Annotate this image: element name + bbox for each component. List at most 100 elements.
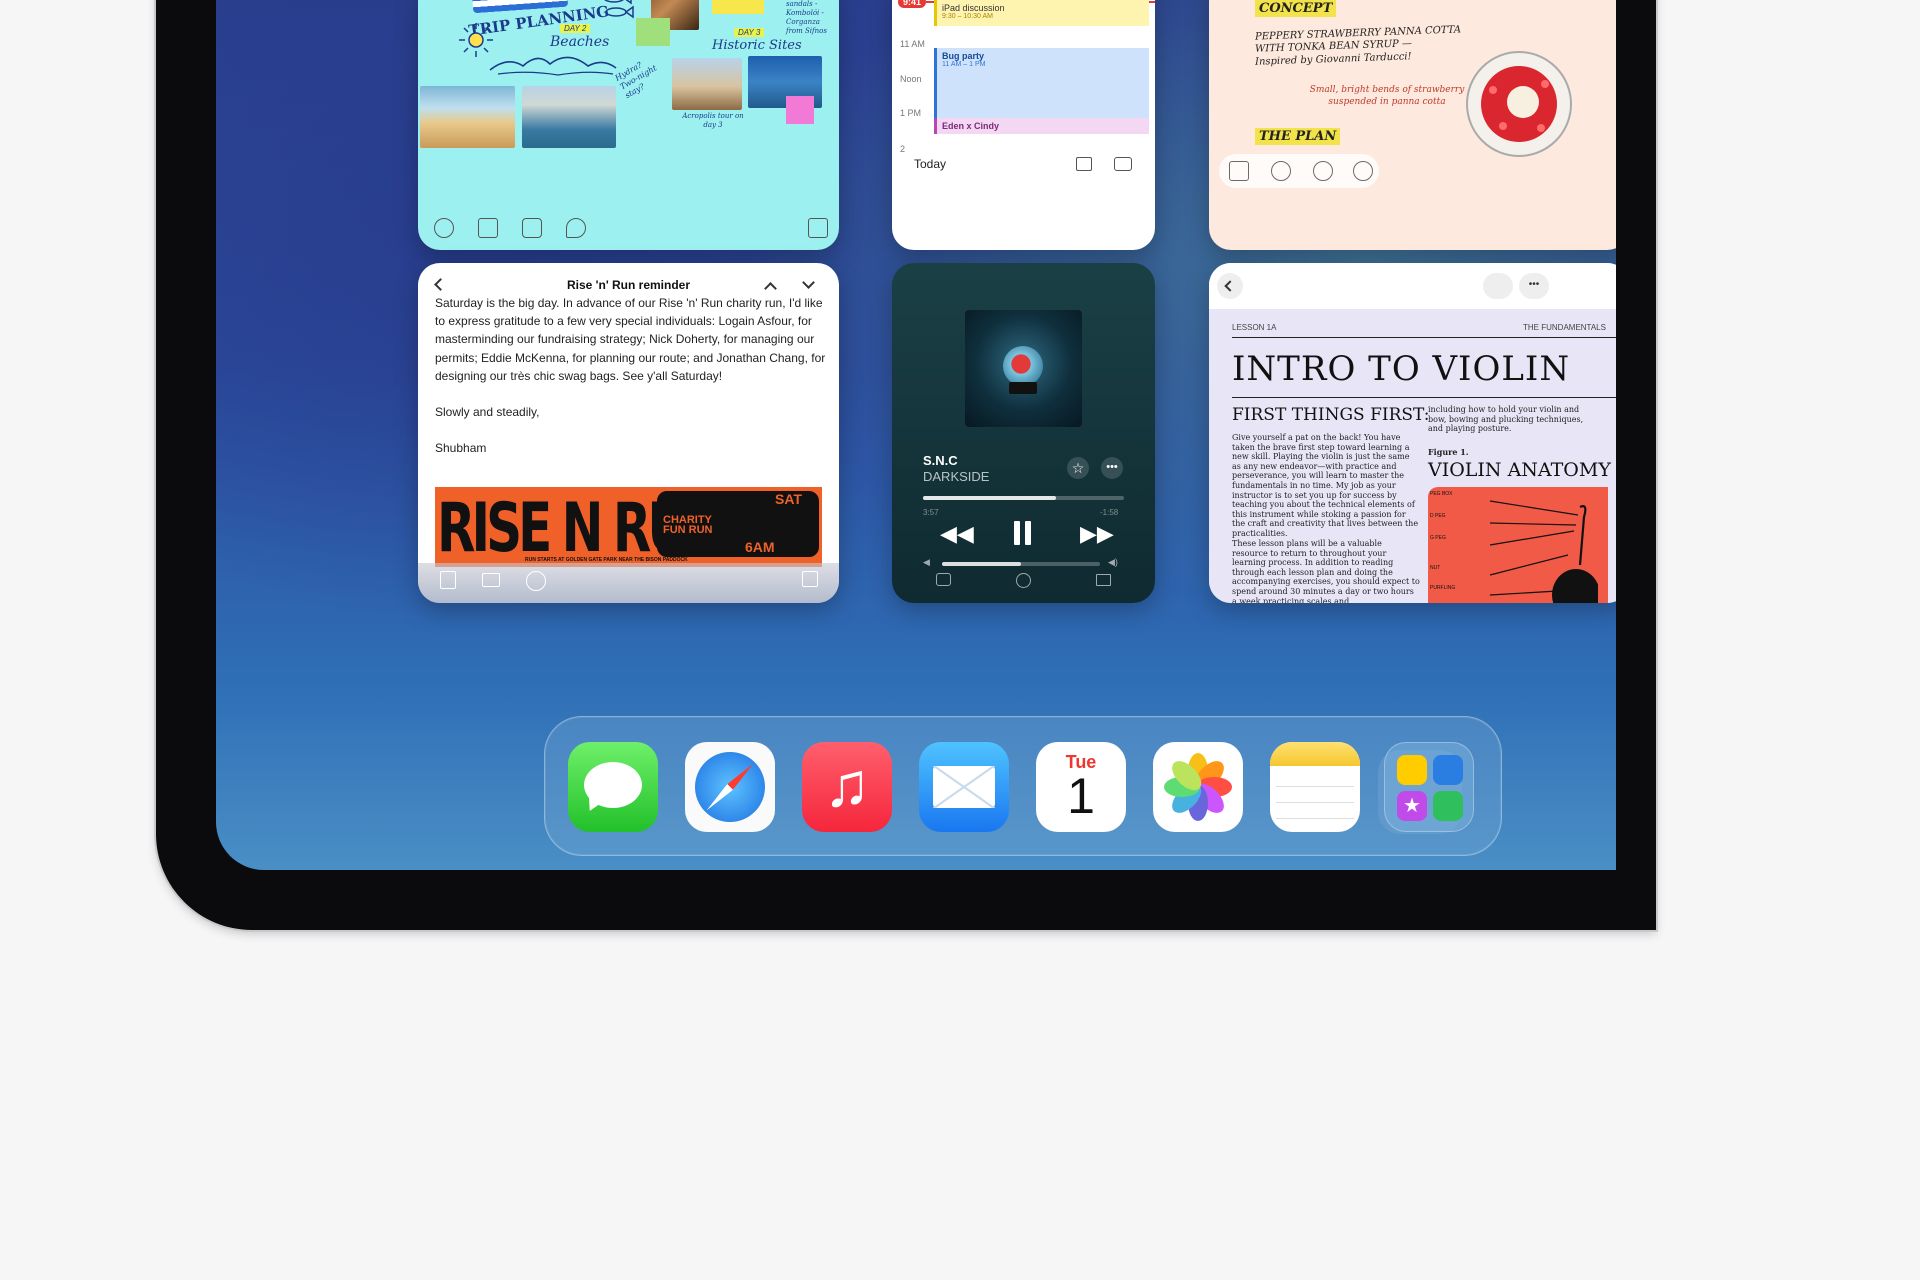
fig-label-d-peg: D PEG <box>1430 513 1446 519</box>
tips-app-mini-icon <box>1397 755 1427 785</box>
hour-11am: 11 AM <box>900 39 925 49</box>
fig-label-peg-box: PEG BOX <box>1430 491 1453 497</box>
more-options-icon[interactable]: ••• <box>1519 273 1549 299</box>
shapes-tool-icon[interactable] <box>522 218 542 238</box>
lesson-document-window[interactable]: ••• LESSON 1A THE FUNDAMENTALS INTRO TO … <box>1209 263 1616 603</box>
queue-list-icon[interactable] <box>1096 574 1111 586</box>
banner-charity: CHARITY FUN RUN <box>663 514 713 536</box>
compose-mail-icon[interactable] <box>802 571 818 587</box>
banner-sat: SAT <box>775 491 802 507</box>
sticky-note-yellow[interactable] <box>712 0 764 14</box>
checklist-icon[interactable] <box>1229 161 1249 181</box>
lyrics-icon[interactable] <box>936 573 951 586</box>
volume-high-icon: ◀) <box>1108 557 1118 567</box>
freeform-window[interactable]: TRIP PLANNING DAY 2 Beaches DAY 3 Histor… <box>418 0 839 250</box>
compose-icon[interactable] <box>808 218 828 238</box>
music-note-icon: ♫ <box>823 751 871 820</box>
hydra-note: Hydra? Two-night stay? <box>613 60 659 101</box>
messages-app-icon[interactable] <box>568 742 658 832</box>
plan-heading: THE PLAN <box>1255 128 1341 145</box>
fish-drawing <box>604 0 634 19</box>
lesson-nav-bar <box>1209 263 1616 309</box>
trash-icon[interactable] <box>440 571 456 589</box>
markup-pen-icon[interactable] <box>1313 161 1333 181</box>
mail-body: Saturday is the big day. In advance of o… <box>435 296 830 475</box>
reply-icon[interactable] <box>526 571 546 591</box>
music-app-icon[interactable]: ♫ <box>802 742 892 832</box>
freeform-toolbar <box>418 208 839 250</box>
notes-toolbar <box>1219 154 1379 188</box>
snow-globe-art <box>1003 346 1043 386</box>
fast-forward-icon[interactable]: ▶▶ <box>1080 521 1114 547</box>
safari-app-icon[interactable] <box>685 742 775 832</box>
lesson-page: LESSON 1A THE FUNDAMENTALS INTRO TO VIOL… <box>1209 309 1616 603</box>
rewind-icon[interactable]: ◀◀ <box>940 521 974 547</box>
track-title: S.N.C <box>923 453 958 468</box>
translate-app-mini-icon <box>1433 755 1463 785</box>
more-options-icon[interactable]: ••• <box>1101 457 1123 479</box>
sticky-note-pink[interactable] <box>786 96 814 124</box>
fig-label-nut: NUT <box>1430 565 1441 571</box>
lesson-body-2: These lesson plans will be a valuable re… <box>1232 539 1420 603</box>
calendar-date-label: 1 <box>1067 768 1095 824</box>
notes-recipe-window[interactable]: CONCEPT PEPPERY STRAWBERRY PANNA COTTA W… <box>1209 0 1616 250</box>
banner-time: 6AM <box>745 539 775 555</box>
event-ipad-discussion[interactable]: iPad discussion 9:30 – 10:30 AM <box>934 0 1149 26</box>
home-screen: TRIP PLANNING DAY 2 Beaches DAY 3 Histor… <box>216 0 1616 870</box>
hour-2pm: 2 <box>900 144 906 154</box>
lesson-header-right: THE FUNDAMENTALS <box>1523 323 1606 332</box>
elapsed-time: 3:57 <box>923 508 939 517</box>
album-artwork <box>965 310 1082 427</box>
calendar-grid-icon[interactable] <box>1076 157 1092 171</box>
volume-slider[interactable] <box>942 562 1100 566</box>
violin-drawing <box>1489 500 1598 603</box>
playback-scrubber[interactable] <box>923 496 1124 500</box>
playback-progress-fill <box>923 496 1056 500</box>
historic-sites-label: Historic Sites <box>712 38 802 53</box>
current-time-badge: 9:41 <box>898 0 927 8</box>
event-eden-cindy[interactable]: Eden x Cindy <box>934 118 1149 134</box>
photo-coastal-town[interactable] <box>522 86 616 148</box>
calendar-app-icon[interactable]: Tue 1 <box>1036 742 1126 832</box>
photos-app-icon[interactable] <box>1153 742 1243 832</box>
hour-noon: Noon <box>900 74 922 84</box>
music-window[interactable]: S.N.C DARKSIDE ☆ ••• 3:57 -1:58 ◀◀ ▶▶ ◀ … <box>892 263 1155 603</box>
mail-window[interactable]: Rise 'n' Run reminder Saturday is the bi… <box>418 263 839 603</box>
calendar-window[interactable]: 9:41 iPad discussion 9:30 – 10:30 AM 11 … <box>892 0 1155 250</box>
notes-app-icon[interactable] <box>1270 742 1360 832</box>
photo-beach[interactable] <box>420 86 515 148</box>
sticky-note-green[interactable] <box>636 18 670 46</box>
recipe-note: Small, bright bends of strawberry suspen… <box>1309 85 1465 107</box>
attachment-icon[interactable] <box>566 218 586 238</box>
lesson-right-column: including how to hold your violin and bo… <box>1428 405 1584 434</box>
day2-label: DAY 2 <box>560 24 591 33</box>
app-library-folder[interactable]: ★ <box>1384 742 1474 832</box>
mail-paragraph-2: Slowly and steadily, <box>435 405 540 420</box>
panna-cotta-drawing <box>1466 51 1572 157</box>
mail-subject: Rise 'n' Run reminder <box>566 278 691 292</box>
mail-app-icon[interactable] <box>919 742 1009 832</box>
violin-anatomy-figure: PEG BOX D PEG G PEG NUT PURFLING <box>1428 487 1608 603</box>
beaches-label: Beaches <box>550 34 610 50</box>
text-tool-icon[interactable] <box>478 218 498 238</box>
pen-tool-icon[interactable] <box>434 218 454 238</box>
favorite-star-icon[interactable]: ☆ <box>1067 457 1089 479</box>
island-drawing <box>489 56 617 76</box>
photo-acropolis[interactable] <box>672 58 742 110</box>
acropolis-note: Acropolis tour on day 3 <box>682 112 744 129</box>
airplay-icon[interactable] <box>1016 573 1031 588</box>
share-icon[interactable] <box>1483 273 1513 299</box>
event-bug-party[interactable]: Bug party 11 AM – 1 PM <box>934 48 1149 118</box>
pause-icon[interactable] <box>1014 521 1032 545</box>
inbox-icon[interactable] <box>1114 157 1132 171</box>
paperclip-icon[interactable] <box>1271 161 1291 181</box>
lesson-title: INTRO TO VIOLIN <box>1232 349 1571 389</box>
writing-tools-icon[interactable] <box>1353 161 1373 181</box>
rise-n-run-banner: RISE N RUN. SAT CHARITY FUN RUN 6AM RUN … <box>435 487 822 567</box>
figure-label: Figure 1. <box>1428 447 1469 457</box>
packing-list: - Custom leather sandals - Kombolói - Co… <box>786 0 827 35</box>
folder-icon[interactable] <box>482 573 500 587</box>
fig-label-purfling: PURFLING <box>1430 585 1456 591</box>
today-button[interactable]: Today <box>914 157 946 171</box>
remaining-time: -1:58 <box>1100 508 1119 517</box>
